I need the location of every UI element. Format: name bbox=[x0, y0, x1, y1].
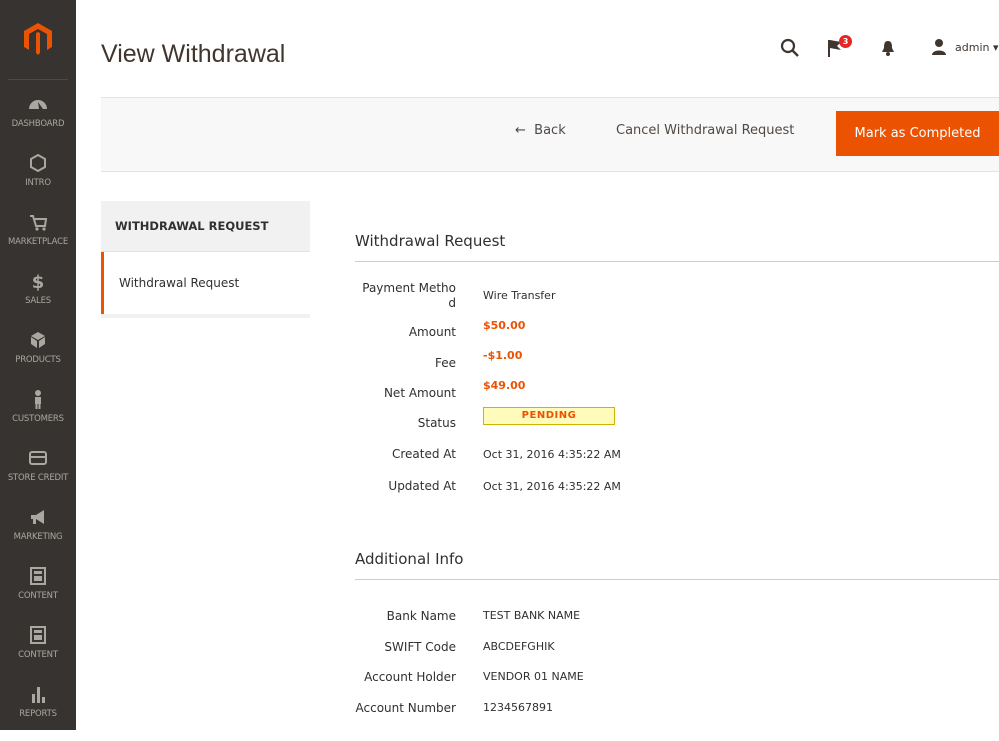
tabs-heading: WITHDRAWAL REQUEST bbox=[101, 201, 310, 252]
nav-marketing[interactable]: MARKETING bbox=[0, 506, 76, 564]
status-badge: PENDING bbox=[483, 407, 615, 425]
nav-label: MARKETPLACE bbox=[7, 237, 69, 247]
payment-method-label-line2: d bbox=[448, 296, 456, 310]
cancel-withdrawal-button[interactable]: Cancel Withdrawal Request bbox=[616, 123, 794, 138]
arrow-left-icon: ← bbox=[515, 123, 526, 138]
status-label: Status bbox=[417, 416, 456, 430]
page-title: View Withdrawal bbox=[101, 40, 286, 68]
mark-completed-button[interactable]: Mark as Completed bbox=[836, 111, 999, 156]
nav-label: PRODUCTS bbox=[15, 355, 61, 365]
payment-method-label: Payment Metho d bbox=[353, 281, 456, 311]
nav-intro[interactable]: INTRO bbox=[0, 152, 76, 210]
person-icon bbox=[35, 390, 41, 409]
swift-code-value: ABCDEFGHIK bbox=[483, 640, 555, 653]
back-button[interactable]: ← Back bbox=[515, 123, 566, 138]
account-number-value: 1234567891 bbox=[483, 701, 553, 714]
side-tabs: WITHDRAWAL REQUEST Withdrawal Request bbox=[101, 201, 310, 318]
swift-code-label: SWIFT Code bbox=[384, 640, 456, 654]
magento-logo[interactable] bbox=[0, 0, 76, 78]
nav-dashboard[interactable]: DASHBOARD bbox=[0, 93, 76, 151]
nav-reports[interactable]: REPORTS bbox=[0, 683, 76, 741]
section-divider bbox=[355, 579, 999, 580]
dollar-icon: $ bbox=[32, 272, 45, 292]
bell-icon[interactable] bbox=[881, 40, 895, 57]
cart-icon bbox=[30, 215, 48, 231]
nav-label: STORE CREDIT bbox=[7, 473, 69, 483]
account-holder-value: VENDOR 01 NAME bbox=[483, 670, 584, 683]
dashboard-icon bbox=[29, 100, 47, 109]
amount-label: Amount bbox=[408, 325, 456, 339]
admin-sidebar: DASHBOARD INTRO MARKETPLACE $ SALES PROD… bbox=[0, 0, 76, 730]
back-button-label: Back bbox=[534, 123, 566, 138]
bar-chart-icon bbox=[32, 687, 45, 703]
nav-products[interactable]: PRODUCTS bbox=[0, 329, 76, 387]
box-icon bbox=[31, 332, 45, 348]
notification-badge: 3 bbox=[839, 35, 852, 48]
bank-name-value: TEST BANK NAME bbox=[483, 609, 581, 622]
fee-value: -$1.00 bbox=[483, 349, 523, 362]
nav-label: CUSTOMERS bbox=[12, 414, 64, 424]
updated-at-label: Updated At bbox=[388, 479, 456, 493]
magento-logo-icon bbox=[24, 23, 52, 55]
fee-label: Fee bbox=[434, 356, 456, 370]
nav-label: SALES bbox=[25, 296, 51, 306]
bank-name-label: Bank Name bbox=[386, 609, 456, 623]
card-icon bbox=[29, 451, 47, 465]
tabs-footer bbox=[101, 314, 310, 318]
megaphone-icon bbox=[31, 510, 44, 524]
hexagon-icon bbox=[30, 153, 46, 173]
section-title-withdrawal: Withdrawal Request bbox=[355, 232, 506, 250]
section-divider bbox=[355, 261, 999, 262]
net-amount-value: $49.00 bbox=[483, 379, 526, 392]
chevron-down-icon: ▾ bbox=[992, 41, 999, 54]
nav-sales[interactable]: $ SALES bbox=[0, 270, 76, 328]
page-actions-bar: ← Back Cancel Withdrawal Request Mark as… bbox=[101, 97, 999, 172]
net-amount-label: Net Amount bbox=[383, 386, 456, 400]
nav-label: INTRO bbox=[25, 178, 51, 188]
nav-label: MARKETING bbox=[13, 532, 63, 542]
nav-label: CONTENT bbox=[18, 650, 58, 660]
nav-label: CONTENT bbox=[18, 591, 58, 601]
admin-username-text: admin bbox=[955, 41, 990, 54]
account-holder-label: Account Holder bbox=[364, 670, 456, 684]
nav-marketplace[interactable]: MARKETPLACE bbox=[0, 211, 76, 269]
notifications-button[interactable]: 3 bbox=[827, 35, 857, 60]
admin-user-menu[interactable]: admin ▾ bbox=[931, 38, 999, 60]
tab-withdrawal-request[interactable]: Withdrawal Request bbox=[101, 252, 310, 314]
section-title-additional: Additional Info bbox=[355, 550, 464, 568]
nav-customers[interactable]: CUSTOMERS bbox=[0, 388, 76, 446]
nav-content[interactable]: CONTENT bbox=[0, 565, 76, 623]
updated-at-value: Oct 31, 2016 4:35:22 AM bbox=[483, 480, 621, 493]
payment-method-value: Wire Transfer bbox=[483, 289, 556, 302]
layout-icon bbox=[30, 626, 46, 644]
search-icon[interactable] bbox=[780, 38, 800, 58]
amount-value: $50.00 bbox=[483, 319, 526, 332]
nav-content[interactable]: CONTENT bbox=[0, 624, 76, 682]
layout-icon bbox=[30, 567, 46, 585]
admin-username: admin ▾ bbox=[955, 41, 999, 54]
created-at-value: Oct 31, 2016 4:35:22 AM bbox=[483, 448, 621, 461]
payment-method-label-line1: Payment Metho bbox=[362, 281, 456, 295]
user-icon bbox=[932, 39, 946, 55]
logo-divider bbox=[8, 79, 68, 80]
nav-label: DASHBOARD bbox=[11, 119, 65, 129]
account-number-label: Account Number bbox=[355, 701, 456, 715]
created-at-label: Created At bbox=[391, 447, 456, 461]
nav-store-credit[interactable]: STORE CREDIT bbox=[0, 447, 76, 505]
svg-text:$: $ bbox=[32, 272, 45, 292]
nav-label: REPORTS bbox=[19, 709, 57, 719]
